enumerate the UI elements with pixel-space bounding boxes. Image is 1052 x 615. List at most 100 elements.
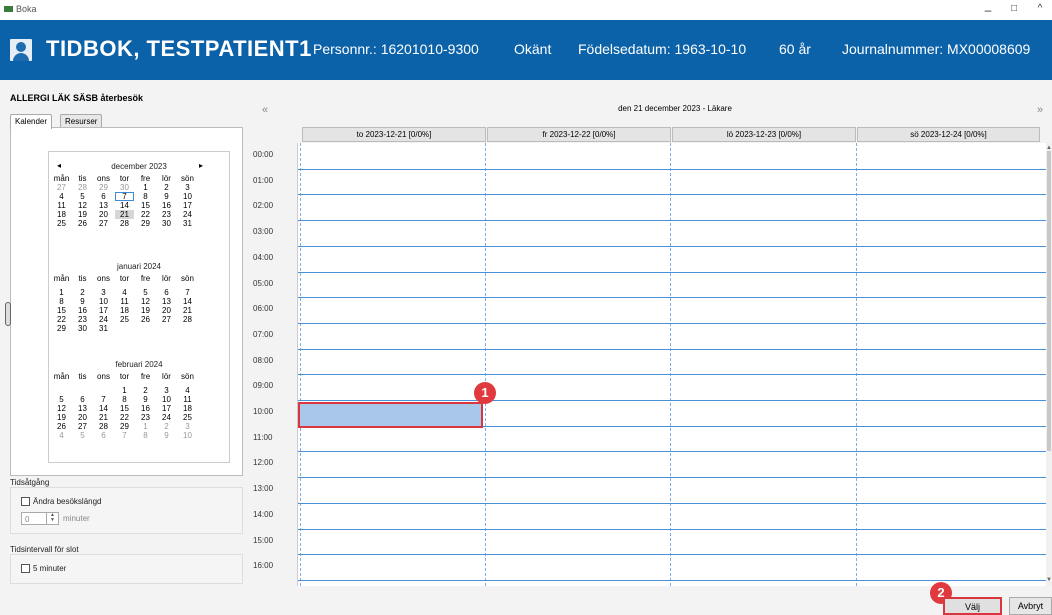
- five-minutes-checkbox[interactable]: [21, 564, 30, 573]
- minimize-icon[interactable]: –: [978, 3, 998, 17]
- calendar-day[interactable]: 25: [178, 413, 197, 422]
- calendar-day[interactable]: 29: [136, 219, 155, 228]
- calendar-day[interactable]: 27: [73, 422, 92, 431]
- calendar-day[interactable]: 7: [115, 431, 134, 440]
- chevron-up-icon[interactable]: ^: [1030, 3, 1050, 14]
- calendar-day[interactable]: 23: [157, 210, 176, 219]
- calendar-day[interactable]: 1: [136, 183, 155, 192]
- calendar-day[interactable]: 17: [94, 306, 113, 315]
- calendar-day[interactable]: 13: [94, 201, 113, 210]
- calendar-day[interactable]: 15: [136, 201, 155, 210]
- calendar-day[interactable]: 3: [94, 288, 113, 297]
- calendar-day[interactable]: 31: [94, 324, 113, 333]
- calendar-day[interactable]: 8: [136, 431, 155, 440]
- calendar-day[interactable]: 6: [94, 431, 113, 440]
- calendar-day[interactable]: 17: [157, 404, 176, 413]
- calendar-day[interactable]: 29: [115, 422, 134, 431]
- calendar-day[interactable]: 21: [94, 413, 113, 422]
- calendar-day[interactable]: 20: [73, 413, 92, 422]
- calendar-day[interactable]: 24: [94, 315, 113, 324]
- tab-kalender[interactable]: Kalender: [10, 114, 53, 129]
- andra-besokslangd-checkbox[interactable]: [21, 497, 30, 506]
- avbryt-button[interactable]: Avbryt: [1009, 597, 1052, 615]
- column-header-day1[interactable]: to 2023-12-21 [0/0%]: [302, 127, 486, 142]
- calendar-day[interactable]: 23: [136, 413, 155, 422]
- valj-button[interactable]: Välj: [943, 597, 1002, 615]
- calendar-day[interactable]: 4: [115, 288, 134, 297]
- calendar-day[interactable]: 27: [52, 183, 71, 192]
- calendar-day[interactable]: 22: [115, 413, 134, 422]
- calendar-day[interactable]: 1: [52, 288, 71, 297]
- calendar-day[interactable]: 7: [115, 192, 134, 201]
- calendar-day[interactable]: 10: [178, 192, 197, 201]
- calendar-day[interactable]: 4: [52, 431, 71, 440]
- selected-time-slot[interactable]: [298, 402, 483, 428]
- calendar-day[interactable]: 6: [94, 192, 113, 201]
- calendar-day[interactable]: 22: [52, 315, 71, 324]
- calendar-day[interactable]: 7: [178, 288, 197, 297]
- calendar-day[interactable]: 1: [115, 386, 134, 395]
- calendar-day[interactable]: 11: [52, 201, 71, 210]
- calendar-day[interactable]: 30: [73, 324, 92, 333]
- schedule-scrollbar[interactable]: [1046, 143, 1052, 586]
- calendar-day[interactable]: 30: [157, 219, 176, 228]
- calendar-day[interactable]: 5: [73, 192, 92, 201]
- calendar-day[interactable]: 11: [178, 395, 197, 404]
- calendar-day[interactable]: 3: [178, 183, 197, 192]
- calendar-day[interactable]: 26: [73, 219, 92, 228]
- calendar-day[interactable]: 19: [136, 306, 155, 315]
- calendar-day[interactable]: 18: [178, 404, 197, 413]
- calendar-day[interactable]: 5: [73, 431, 92, 440]
- calendar-day[interactable]: 6: [73, 395, 92, 404]
- maximize-icon[interactable]: □: [1004, 3, 1024, 14]
- calendar-day[interactable]: 31: [178, 219, 197, 228]
- calendar-day[interactable]: 3: [178, 422, 197, 431]
- calendar-day[interactable]: 9: [136, 395, 155, 404]
- calendar-day[interactable]: 1: [136, 422, 155, 431]
- calendar-day[interactable]: 19: [73, 210, 92, 219]
- calendar-day[interactable]: 21: [115, 210, 134, 219]
- scroll-down-icon[interactable]: ▼: [1046, 577, 1052, 583]
- calendar-day[interactable]: 4: [52, 192, 71, 201]
- scrollbar-thumb[interactable]: [1047, 151, 1051, 451]
- schedule-prev-icon[interactable]: «: [262, 104, 268, 116]
- calendar-day[interactable]: 25: [52, 219, 71, 228]
- calendar-day[interactable]: 9: [157, 431, 176, 440]
- calendar-day[interactable]: 16: [157, 201, 176, 210]
- calendar-day[interactable]: 2: [73, 288, 92, 297]
- calendar-day[interactable]: 21: [178, 306, 197, 315]
- calendar-day[interactable]: 22: [136, 210, 155, 219]
- calendar-day[interactable]: 4: [178, 386, 197, 395]
- calendar-day[interactable]: 29: [52, 324, 71, 333]
- calendar-day[interactable]: 9: [73, 297, 92, 306]
- calendar-day[interactable]: 5: [52, 395, 71, 404]
- calendar-day[interactable]: 16: [136, 404, 155, 413]
- column-header-day4[interactable]: sö 2023-12-24 [0/0%]: [857, 127, 1040, 142]
- calendar-day[interactable]: 12: [73, 201, 92, 210]
- calendar-day[interactable]: 16: [73, 306, 92, 315]
- calendar-day[interactable]: 20: [94, 210, 113, 219]
- schedule-next-icon[interactable]: »: [1037, 104, 1043, 116]
- calendar-day[interactable]: 28: [115, 219, 134, 228]
- calendar-day[interactable]: 7: [94, 395, 113, 404]
- calendar-day[interactable]: 15: [52, 306, 71, 315]
- calendar-day[interactable]: 29: [94, 183, 113, 192]
- minutes-stepper[interactable]: 0 ▲ ▼: [21, 512, 59, 525]
- calendar-day[interactable]: 27: [94, 219, 113, 228]
- calendar-day[interactable]: 26: [52, 422, 71, 431]
- calendar-day[interactable]: 6: [157, 288, 176, 297]
- calendar-day[interactable]: 27: [157, 315, 176, 324]
- calendar-day[interactable]: 24: [178, 210, 197, 219]
- calendar-day[interactable]: 30: [115, 183, 134, 192]
- calendar-day[interactable]: 20: [157, 306, 176, 315]
- calendar-day[interactable]: 10: [94, 297, 113, 306]
- calendar-day[interactable]: 14: [94, 404, 113, 413]
- calendar-day[interactable]: 12: [136, 297, 155, 306]
- calendar-day[interactable]: 24: [157, 413, 176, 422]
- calendar-day[interactable]: 8: [52, 297, 71, 306]
- calendar-day[interactable]: 11: [115, 297, 134, 306]
- calendar-day[interactable]: 3: [157, 386, 176, 395]
- calendar-day[interactable]: 19: [52, 413, 71, 422]
- calendar-day[interactable]: 18: [52, 210, 71, 219]
- calendar-day[interactable]: 28: [73, 183, 92, 192]
